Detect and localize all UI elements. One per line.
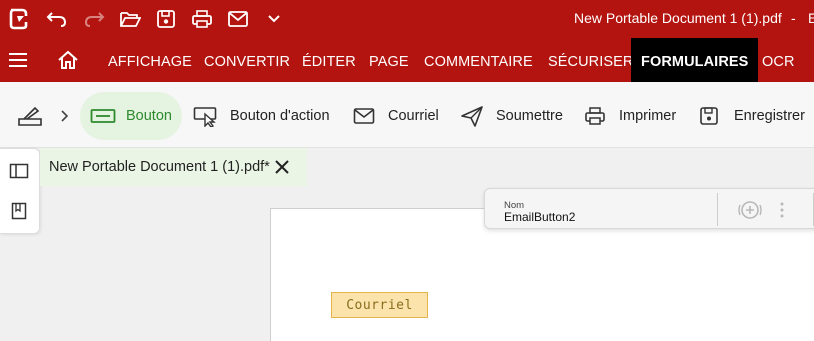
floppy-disk-icon (700, 107, 718, 125)
panel-toggle-icon[interactable] (9, 163, 29, 184)
bouton-action-label: Bouton d'action (230, 108, 330, 124)
send-icon (461, 106, 483, 127)
save-icon[interactable] (153, 6, 179, 32)
menu-ocr[interactable]: OCR (762, 38, 795, 82)
undo-icon[interactable] (44, 6, 70, 32)
imprimer-tool-button[interactable]: Imprimer (584, 92, 676, 140)
title-bar: New Portable Document 1 (1).pdf - E (0, 0, 814, 38)
menu-securiser[interactable]: SÉCURISER (548, 38, 634, 82)
email-icon[interactable] (225, 6, 251, 32)
close-tab-icon[interactable] (273, 158, 291, 176)
enregistrer-label: Enregistrer (734, 108, 805, 124)
popup-divider (717, 193, 718, 226)
courriel-label: Courriel (388, 108, 439, 124)
name-value[interactable]: EmailButton2 (504, 210, 575, 224)
chevron-down-icon[interactable] (261, 6, 287, 32)
edit-form-icon[interactable] (16, 92, 44, 140)
courriel-tool-button[interactable]: Courriel (353, 92, 439, 140)
mail-icon (353, 108, 375, 124)
soumettre-label: Soumettre (496, 108, 563, 124)
bouton-tool-button[interactable]: Bouton (80, 92, 182, 140)
menu-affichage[interactable]: AFFICHAGE (108, 38, 192, 82)
app-logo-icon[interactable] (5, 6, 31, 32)
printer-icon (585, 107, 605, 125)
title-separator: - (791, 10, 796, 26)
document-tab[interactable]: New Portable Document 1 (1).pdf* (40, 148, 307, 186)
forms-toolbar: Bouton Bouton d'action Courriel Soumettr… (0, 82, 814, 148)
field-properties-popup: Nom EmailButton2 (484, 188, 814, 229)
bouton-action-tool-button[interactable]: Bouton d'action (193, 92, 330, 140)
print-icon[interactable] (189, 6, 215, 32)
email-form-button[interactable]: Courriel (331, 292, 428, 318)
home-icon[interactable] (57, 50, 79, 70)
bouton-label: Bouton (126, 108, 172, 124)
window-title: New Portable Document 1 (1).pdf (574, 10, 782, 26)
add-action-icon[interactable] (737, 198, 763, 227)
title-app-name: E (808, 10, 814, 26)
imprimer-label: Imprimer (619, 108, 677, 124)
open-folder-icon[interactable] (117, 6, 143, 32)
menu-formulaires[interactable]: FORMULAIRES (631, 38, 759, 82)
menu-convertir[interactable]: CONVERTIR (204, 38, 290, 82)
button-field-icon (90, 109, 116, 123)
menu-commentaire[interactable]: COMMENTAIRE (424, 38, 533, 82)
redo-icon (81, 6, 107, 32)
soumettre-tool-button[interactable]: Soumettre (460, 92, 563, 140)
hamburger-menu-icon[interactable] (8, 52, 28, 68)
more-options-icon[interactable] (779, 201, 785, 224)
document-tab-label: New Portable Document 1 (1).pdf* (49, 159, 270, 175)
menu-page[interactable]: PAGE (369, 38, 409, 82)
enregistrer-tool-button[interactable]: Enregistrer (699, 92, 805, 140)
side-panel (0, 148, 40, 234)
menu-bar: AFFICHAGE CONVERTIR ÉDITER PAGE COMMENTA… (0, 38, 814, 82)
chevron-right-icon[interactable] (58, 92, 70, 140)
action-button-icon (193, 107, 217, 127)
bookmark-icon[interactable] (11, 202, 27, 225)
menu-editer[interactable]: ÉDITER (302, 38, 356, 82)
